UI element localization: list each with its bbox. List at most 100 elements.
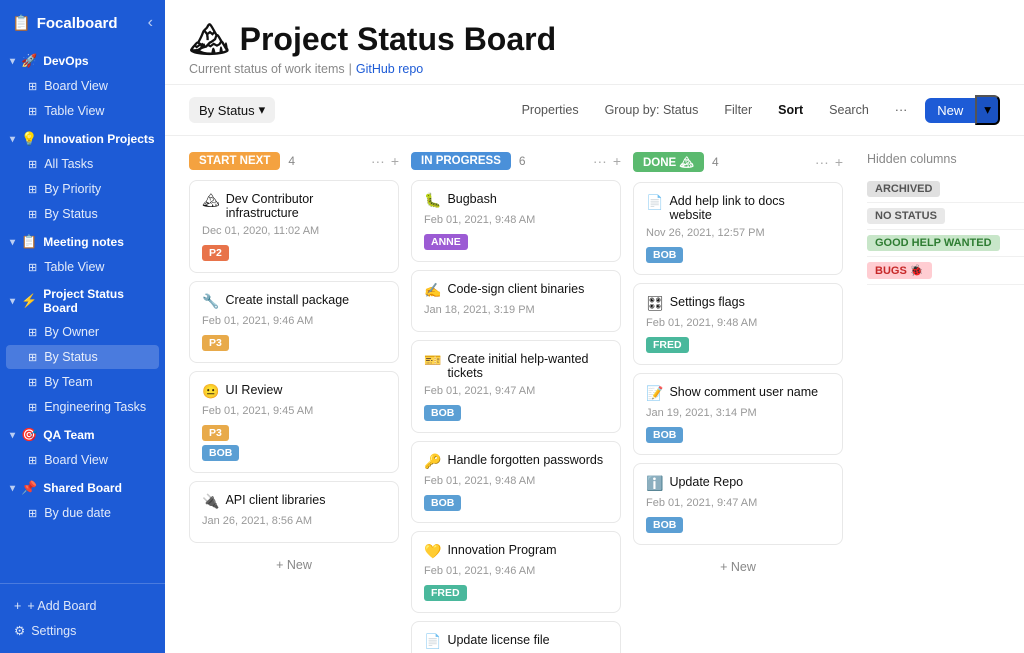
new-button-dropdown[interactable]: ▾ bbox=[975, 95, 1000, 125]
sidebar-item-devops-table-view[interactable]: ⊞ Table View bbox=[6, 99, 159, 123]
grid-icon: ⊞ bbox=[28, 326, 37, 339]
card-help-wanted-tickets[interactable]: 🎫 Create initial help-wanted tickets Feb… bbox=[411, 340, 621, 433]
new-button[interactable]: New bbox=[925, 98, 975, 123]
add-board-button[interactable]: + + Add Board bbox=[10, 594, 155, 618]
hidden-item-archived[interactable]: ARCHIVED 74 bbox=[867, 176, 1024, 203]
card-date: Feb 01, 2021, 9:45 AM bbox=[202, 405, 386, 417]
card-icon: ✍️ bbox=[424, 282, 441, 299]
sidebar-item-innovation-by-status[interactable]: ⊞ By Status bbox=[6, 202, 159, 226]
toolbar-right: Properties Group by: Status Filter Sort … bbox=[514, 95, 1000, 125]
sidebar-header: 📋 Focalboard ‹ bbox=[0, 0, 165, 46]
card-icon: 🔌 bbox=[202, 493, 219, 510]
sidebar-item-label: By Team bbox=[44, 375, 92, 389]
card-priority-badge: P2 bbox=[202, 245, 229, 261]
card-date: Feb 01, 2021, 9:46 AM bbox=[424, 565, 608, 577]
column-start-next: START NEXT 4 ··· + 🏔 Dev Contributor inf… bbox=[189, 152, 399, 579]
sidebar-item-engineering-tasks[interactable]: ⊞ Engineering Tasks bbox=[6, 395, 159, 419]
card-forgotten-passwords[interactable]: 🔑 Handle forgotten passwords Feb 01, 202… bbox=[411, 441, 621, 523]
card-title: ℹ️ Update Repo bbox=[646, 475, 830, 492]
ellipsis-icon[interactable]: ··· bbox=[371, 153, 385, 169]
card-date: Jan 26, 2021, 8:56 AM bbox=[202, 515, 386, 527]
sidebar-item-all-tasks[interactable]: ⊞ All Tasks bbox=[6, 152, 159, 176]
sidebar-section-devops-header[interactable]: ▾ 🚀 DevOps bbox=[0, 46, 165, 73]
group-by-label: By Status bbox=[199, 103, 255, 118]
card-update-repo[interactable]: ℹ️ Update Repo Feb 01, 2021, 9:47 AM BOB bbox=[633, 463, 843, 545]
card-create-install[interactable]: 🔧 Create install package Feb 01, 2021, 9… bbox=[189, 281, 399, 363]
more-button[interactable]: ··· bbox=[887, 99, 916, 121]
chevron-down-icon: ▾ bbox=[259, 102, 266, 118]
card-innovation-program[interactable]: 💛 Innovation Program Feb 01, 2021, 9:46 … bbox=[411, 531, 621, 613]
column-in-progress: IN PROGRESS 6 ··· + 🐛 Bugbash Feb 01, 20… bbox=[411, 152, 621, 653]
sidebar-section-project-status-header[interactable]: ▾ ⚡ Project Status Board bbox=[0, 280, 165, 319]
add-new-start-next-button[interactable]: + New bbox=[189, 551, 399, 579]
card-title: 🏔 Dev Contributor infrastructure bbox=[202, 192, 386, 220]
card-user-badge: BOB bbox=[646, 427, 683, 443]
column-badge-done: DONE 🏔 bbox=[633, 152, 704, 172]
card-ui-review[interactable]: 😐 UI Review Feb 01, 2021, 9:45 AM P3 BOB bbox=[189, 371, 399, 473]
sidebar-item-by-due-date[interactable]: ⊞ By due date bbox=[6, 501, 159, 525]
ellipsis-icon[interactable]: ··· bbox=[815, 154, 829, 170]
card-title: ✍️ Code-sign client binaries bbox=[424, 282, 608, 299]
group-by-status-button[interactable]: By Status ▾ bbox=[189, 97, 275, 123]
card-title-text: Innovation Program bbox=[447, 543, 556, 557]
sidebar-item-by-priority[interactable]: ⊞ By Priority bbox=[6, 177, 159, 201]
sidebar-section-shared-header[interactable]: ▾ 📌 Shared Board bbox=[0, 473, 165, 500]
search-button[interactable]: Search bbox=[821, 99, 877, 121]
group-by-button[interactable]: Group by: Status bbox=[597, 99, 707, 121]
card-settings-flags[interactable]: 🎛 Settings flags Feb 01, 2021, 9:48 AM F… bbox=[633, 283, 843, 365]
nostatus-badge: NO STATUS bbox=[867, 208, 945, 224]
card-show-comment-user[interactable]: 📝 Show comment user name Jan 19, 2021, 3… bbox=[633, 373, 843, 455]
card-api-client[interactable]: 🔌 API client libraries Jan 26, 2021, 8:5… bbox=[189, 481, 399, 543]
sidebar-collapse-button[interactable]: ‹ bbox=[148, 14, 153, 32]
plus-icon[interactable]: + bbox=[391, 153, 399, 169]
subtitle-text: Current status of work items bbox=[189, 62, 345, 76]
card-user-badge: BOB bbox=[202, 445, 239, 461]
sidebar-item-label: By Status bbox=[44, 350, 98, 364]
sidebar-section-innovation-header[interactable]: ▾ 💡 Innovation Projects bbox=[0, 124, 165, 151]
section-emoji: 🚀 bbox=[21, 53, 37, 69]
sidebar-item-meeting-table-view[interactable]: ⊞ Table View bbox=[6, 255, 159, 279]
sidebar-item-qa-board-view[interactable]: ⊞ Board View bbox=[6, 448, 159, 472]
main-content: 🏔 Project Status Board Current status of… bbox=[165, 0, 1024, 653]
card-code-sign[interactable]: ✍️ Code-sign client binaries Jan 18, 202… bbox=[411, 270, 621, 332]
sort-button[interactable]: Sort bbox=[770, 99, 811, 121]
settings-button[interactable]: ⚙ Settings bbox=[10, 618, 155, 643]
properties-button[interactable]: Properties bbox=[514, 99, 587, 121]
card-date: Feb 01, 2021, 9:46 AM bbox=[202, 315, 386, 327]
ellipsis-icon[interactable]: ··· bbox=[593, 153, 607, 169]
sidebar-section-qa-header[interactable]: ▾ 🎯 QA Team bbox=[0, 420, 165, 447]
card-user-badge: ANNE bbox=[424, 234, 468, 250]
filter-button[interactable]: Filter bbox=[716, 99, 760, 121]
column-header-start-next: START NEXT 4 ··· + bbox=[189, 152, 399, 170]
card-user-badge: BOB bbox=[424, 495, 461, 511]
card-bugbash[interactable]: 🐛 Bugbash Feb 01, 2021, 9:48 AM ANNE bbox=[411, 180, 621, 262]
hidden-item-bugs[interactable]: BUGS 🐞 0 bbox=[867, 257, 1024, 285]
sidebar-item-by-owner[interactable]: ⊞ By Owner bbox=[6, 320, 159, 344]
hidden-item-nostatus[interactable]: NO STATUS 16 bbox=[867, 203, 1024, 230]
card-title: 📄 Update license file bbox=[424, 633, 608, 650]
card-dev-contributor[interactable]: 🏔 Dev Contributor infrastructure Dec 01,… bbox=[189, 180, 399, 273]
card-date: Jan 19, 2021, 3:14 PM bbox=[646, 407, 830, 419]
card-date: Jan 18, 2021, 3:19 PM bbox=[424, 304, 608, 316]
sidebar-item-by-status[interactable]: ⊞ By Status bbox=[6, 345, 159, 369]
card-update-license[interactable]: 📄 Update license file Feb 01, 2021, 9:47… bbox=[411, 621, 621, 653]
card-title-text: Bugbash bbox=[447, 192, 496, 206]
sidebar-item-label: Board View bbox=[44, 79, 108, 93]
sidebar-item-by-team[interactable]: ⊞ By Team bbox=[6, 370, 159, 394]
card-date: Feb 01, 2021, 9:48 AM bbox=[424, 475, 608, 487]
section-label: QA Team bbox=[43, 428, 94, 442]
card-add-help-link[interactable]: 📄 Add help link to docs website Nov 26, … bbox=[633, 182, 843, 275]
section-emoji: 📌 bbox=[21, 480, 37, 496]
card-title: 🔌 API client libraries bbox=[202, 493, 386, 510]
card-title-text: Show comment user name bbox=[669, 385, 818, 399]
plus-icon[interactable]: + bbox=[613, 153, 621, 169]
github-link[interactable]: GitHub repo bbox=[356, 62, 423, 76]
sidebar-section-meeting-header[interactable]: ▾ 📋 Meeting notes bbox=[0, 227, 165, 254]
hidden-item-goodhelp[interactable]: GOOD HELP WANTED 2 bbox=[867, 230, 1024, 257]
add-new-done-button[interactable]: + New bbox=[633, 553, 843, 581]
sidebar-item-devops-board-view[interactable]: ⊞ Board View bbox=[6, 74, 159, 98]
page-header: 🏔 Project Status Board Current status of… bbox=[165, 0, 1024, 85]
hidden-columns-header: Hidden columns bbox=[867, 152, 1024, 166]
plus-icon[interactable]: + bbox=[835, 154, 843, 170]
sidebar-item-label: By Status bbox=[44, 207, 98, 221]
